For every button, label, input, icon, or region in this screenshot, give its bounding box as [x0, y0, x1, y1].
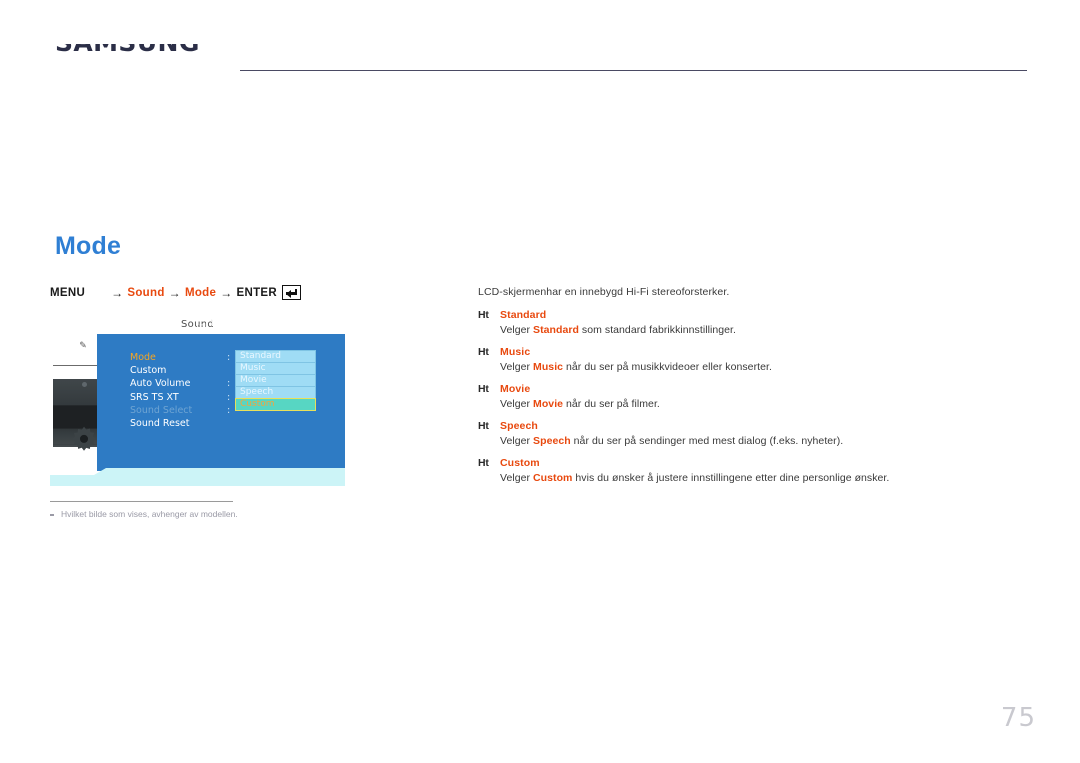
bullet-marker-icon: Ht [478, 420, 489, 432]
desc-pre: Velger [500, 398, 534, 410]
enter-icon [197, 319, 208, 329]
desc-pre: Velger [500, 472, 534, 484]
return-icon [255, 319, 264, 329]
menu-path-arrow-1: → [111, 285, 124, 300]
osd-menu-item-sound-reset[interactable]: Sound Reset [130, 417, 192, 430]
osd-blue-panel: Mode Custom Auto Volume SRS TS XT Sound … [97, 334, 345, 471]
bullet-marker-icon: Ht [478, 346, 489, 358]
page-number: 75 [1000, 703, 1036, 733]
desc-bold: Standard [533, 324, 579, 336]
intro-text: LCD-skjermenhar en innebygd Hi-Fi stereo… [478, 286, 730, 298]
enter-key-icon [282, 285, 301, 300]
footnote: Hvilket bilde som vises, avhenger av mod… [50, 509, 238, 519]
item-description-speech: Velger Speech når du ser på sendinger me… [500, 435, 1038, 447]
picture-icon: ✎ [79, 340, 87, 350]
desc-pre: Velger [500, 324, 534, 336]
desc-bold: Speech [533, 435, 571, 447]
desc-post: når du ser på musikkvideoer eller konser… [563, 361, 772, 373]
osd-menu-item-mode[interactable]: Mode [130, 351, 192, 364]
desc-post: når du ser på filmer. [563, 398, 660, 410]
move-icon [140, 319, 149, 329]
desc-post: når du ser på sendinger med mest dialog … [570, 435, 844, 447]
osd-action-return-label: Return [268, 319, 299, 329]
menu-path-step-sound: Sound [127, 286, 165, 299]
osd-option-list: Standard Music Movie Speech Custom [235, 350, 316, 411]
bullet-marker-icon: Ht [478, 457, 489, 469]
osd-menu-item-srs-ts-xt[interactable]: SRS TS XT [130, 391, 192, 404]
item-description-standard: Velger Standard som standard fabrikkinns… [500, 324, 1038, 336]
item-title-custom: Custom [500, 457, 540, 469]
desc-pre: Velger [500, 435, 534, 447]
header-divider [240, 70, 1027, 71]
item-title-standard: Standard [500, 309, 547, 321]
footnote-divider [50, 501, 233, 502]
list-item: Ht Standard Velger Standard som standard… [478, 309, 1038, 336]
footnote-bullet-icon [50, 514, 54, 516]
osd-action-move[interactable]: Move [140, 319, 177, 329]
item-title-movie: Movie [500, 383, 531, 395]
description-column: LCD-skjermenhar en innebygd Hi-Fi stereo… [478, 286, 1038, 494]
page-title: Mode [55, 232, 122, 260]
item-header: Ht Movie [478, 383, 1038, 395]
menu-path-arrow-2: → [168, 285, 181, 300]
osd-screenshot: Sound ✎ ➤ Mode Custom Auto Volume SRS TS… [50, 316, 345, 486]
overlay-dot [82, 382, 87, 387]
item-header: Ht Custom [478, 457, 1038, 469]
osd-action-return[interactable]: Return [255, 319, 298, 329]
menu-path-menu-label: MENU [50, 286, 86, 299]
item-description-music: Velger Music når du ser på musikkvideoer… [500, 361, 1038, 373]
osd-action-move-label: Move [153, 319, 178, 329]
list-item: Ht Movie Velger Movie når du ser på film… [478, 383, 1038, 410]
footnote-text: Hvilket bilde som vises, avhenger av mod… [61, 509, 238, 519]
menu-path-step-mode: Mode [184, 286, 217, 299]
item-description-custom: Velger Custom hvis du ønsker å justere i… [500, 472, 1038, 484]
item-description-movie: Velger Movie når du ser på filmer. [500, 398, 1038, 410]
osd-action-enter[interactable]: Enter [197, 319, 235, 329]
page-header: SAMSUNG [0, 0, 1080, 80]
osd-option-custom[interactable]: Custom [235, 398, 316, 411]
menu-path-arrow-3: → [220, 285, 233, 300]
item-title-speech: Speech [500, 420, 538, 432]
list-item: Ht Music Velger Music når du ser på musi… [478, 346, 1038, 373]
desc-bold: Custom [533, 472, 573, 484]
item-header: Ht Standard [478, 309, 1038, 321]
item-header: Ht Music [478, 346, 1038, 358]
list-item: Ht Speech Velger Speech når du ser på se… [478, 420, 1038, 447]
list-item: Ht Custom Velger Custom hvis du ønsker å… [478, 457, 1038, 484]
osd-menu-item-custom[interactable]: Custom [130, 364, 192, 377]
item-title-music: Music [500, 346, 531, 358]
osd-bottom-actions: Move Enter Return [140, 319, 298, 329]
brand-logo: SAMSUNG [55, 44, 235, 70]
desc-bold: Music [533, 361, 564, 373]
desc-bold: Movie [533, 398, 564, 410]
item-header: Ht Speech [478, 420, 1038, 432]
osd-action-enter-label: Enter [211, 319, 236, 329]
bullet-marker-icon: Ht [478, 309, 489, 321]
menu-path-breadcrumb: MENU → Sound → Mode → ENTER [50, 285, 301, 300]
osd-menu-item-auto-volume[interactable]: Auto Volume [130, 377, 192, 390]
desc-pre: Velger [500, 361, 534, 373]
brand-logo-text: SAMSUNG [55, 44, 235, 56]
osd-colon-column: : ::: [227, 352, 231, 416]
gear-icon [72, 426, 96, 451]
bullet-marker-icon: Ht [478, 383, 489, 395]
osd-menu-list: Mode Custom Auto Volume SRS TS XT Sound … [130, 351, 192, 430]
menu-path-enter-label: ENTER [236, 286, 277, 299]
desc-post: som standard fabrikkinnstillinger. [578, 324, 736, 336]
desc-post: hvis du ønsker å justere innstillingene … [572, 472, 890, 484]
osd-menu-item-sound-select: Sound Select [130, 404, 193, 416]
